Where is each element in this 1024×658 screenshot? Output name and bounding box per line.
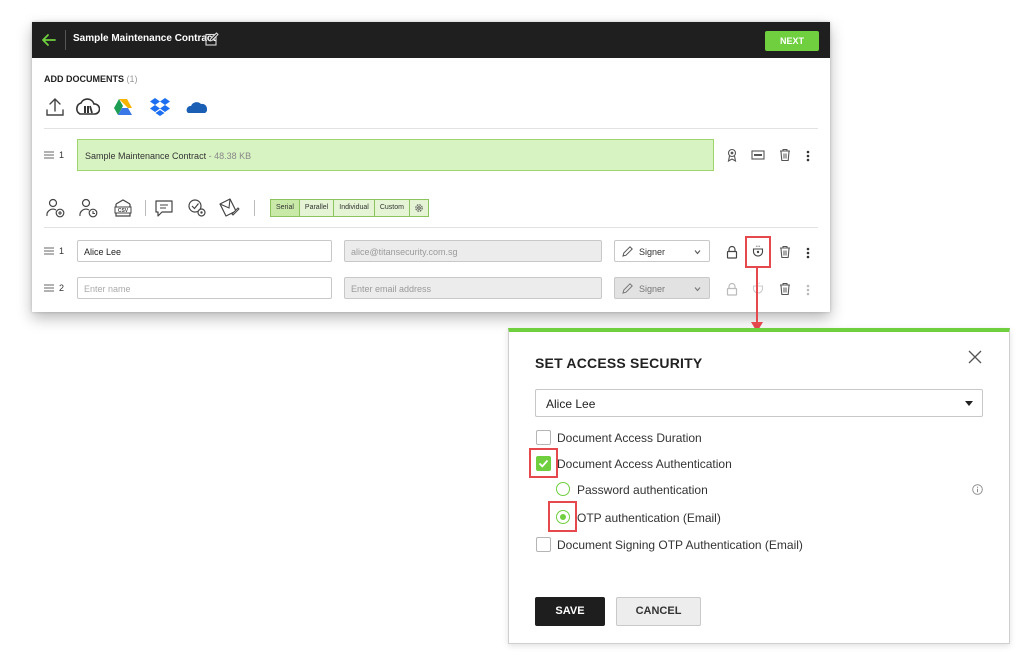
- document-item[interactable]: Sample Maintenance Contract - 48.38 KB: [77, 139, 714, 171]
- message-icon[interactable]: [153, 197, 175, 219]
- delete-recipient-icon[interactable]: [778, 245, 792, 259]
- import-csv-icon[interactable]: CSV: [112, 197, 134, 219]
- delete-recipient-icon[interactable]: [778, 282, 792, 296]
- signing-otp-checkbox[interactable]: [536, 537, 551, 552]
- document-fields-icon[interactable]: [751, 148, 765, 162]
- recipient-select[interactable]: Alice Lee: [535, 389, 983, 417]
- chevron-down-icon: [694, 250, 701, 255]
- recipient-role-value: Signer: [639, 284, 666, 294]
- pen-icon: [622, 283, 633, 294]
- order-individual-button[interactable]: Individual: [334, 200, 375, 216]
- recipient-role-select[interactable]: Signer: [614, 240, 710, 262]
- access-authentication-label: Document Access Authentication: [557, 457, 732, 471]
- certificate-icon[interactable]: [725, 148, 739, 162]
- recipient-name-field[interactable]: Alice Lee: [77, 240, 332, 262]
- add-viewer-icon[interactable]: [77, 197, 99, 219]
- access-security-highlight: [745, 236, 771, 268]
- document-title: Sample Maintenance Contract: [73, 33, 216, 44]
- upload-icon[interactable]: [42, 96, 68, 118]
- access-security-icon[interactable]: ***: [751, 280, 765, 294]
- divider: [44, 128, 818, 129]
- top-bar: Sample Maintenance Contract NEXT: [32, 22, 830, 58]
- toolbar-divider: [145, 200, 146, 216]
- chevron-down-icon: [694, 287, 701, 292]
- recipient-index: 1: [59, 246, 65, 256]
- edit-title-icon[interactable]: [205, 32, 219, 46]
- callout-arrow-line: [756, 268, 758, 324]
- authentication-checkbox-highlight: [529, 448, 558, 478]
- save-button[interactable]: SAVE: [535, 597, 605, 626]
- back-arrow-icon[interactable]: [40, 31, 58, 49]
- reminder-settings-icon[interactable]: [186, 197, 208, 219]
- password-auth-radio[interactable]: [556, 482, 570, 496]
- onedrive-icon[interactable]: [184, 96, 210, 118]
- lock-icon[interactable]: [725, 245, 739, 259]
- document-more-icon[interactable]: [806, 150, 810, 162]
- otp-auth-label: OTP authentication (Email): [577, 511, 721, 525]
- password-auth-label: Password authentication: [577, 483, 708, 497]
- order-custom-button[interactable]: Custom: [375, 200, 410, 216]
- cloud-library-icon[interactable]: [74, 96, 100, 118]
- order-settings-button[interactable]: [410, 200, 428, 216]
- pen-icon: [622, 246, 633, 257]
- email-settings-icon[interactable]: [218, 197, 240, 219]
- recipient-more-icon[interactable]: [806, 284, 810, 296]
- drag-handle-icon[interactable]: [44, 151, 54, 159]
- delete-document-icon[interactable]: [778, 148, 792, 162]
- signing-order-group: Serial Parallel Individual Custom: [270, 199, 429, 217]
- drag-handle-icon[interactable]: [44, 247, 54, 255]
- add-recipient-icon[interactable]: [44, 197, 66, 219]
- signing-otp-label: Document Signing OTP Authentication (Ema…: [557, 538, 803, 552]
- access-security-dialog: SET ACCESS SECURITY Alice Lee Document A…: [508, 328, 1010, 644]
- recipient-role-value: Signer: [639, 247, 666, 257]
- svg-text:CSV: CSV: [118, 208, 129, 214]
- access-duration-checkbox[interactable]: [536, 430, 551, 445]
- document-count: (1): [126, 74, 138, 84]
- dropbox-icon[interactable]: [147, 96, 173, 118]
- recipient-name-input[interactable]: Enter name: [77, 277, 332, 299]
- document-size: - 48.38 KB: [206, 151, 252, 161]
- info-icon[interactable]: [972, 484, 983, 495]
- gear-icon: [415, 204, 423, 212]
- drag-handle-icon[interactable]: [44, 284, 54, 292]
- caret-down-icon: [965, 401, 973, 406]
- document-name: Sample Maintenance Contract: [85, 151, 207, 161]
- close-icon[interactable]: [967, 349, 983, 365]
- google-drive-icon[interactable]: [110, 96, 136, 118]
- recipient-email-field[interactable]: alice@titansecurity.com.sg: [344, 240, 602, 262]
- recipient-select-value: Alice Lee: [546, 397, 596, 411]
- order-parallel-button[interactable]: Parallel: [300, 200, 335, 216]
- order-serial-button[interactable]: Serial: [271, 200, 300, 216]
- add-documents-heading: ADD DOCUMENTS (1): [44, 74, 138, 84]
- recipient-role-select[interactable]: Signer: [614, 277, 710, 299]
- recipient-email-input[interactable]: Enter email address: [344, 277, 602, 299]
- recipient-more-icon[interactable]: [806, 247, 810, 259]
- divider: [44, 227, 818, 228]
- top-bar-divider: [65, 30, 66, 50]
- access-duration-label: Document Access Duration: [557, 431, 702, 445]
- document-index: 1: [59, 150, 65, 160]
- dialog-title: SET ACCESS SECURITY: [535, 355, 703, 371]
- add-documents-label: ADD DOCUMENTS: [44, 74, 124, 84]
- recipient-index: 2: [59, 283, 65, 293]
- cancel-button[interactable]: CANCEL: [616, 597, 701, 626]
- next-button[interactable]: NEXT: [765, 31, 819, 51]
- lock-icon[interactable]: [725, 282, 739, 296]
- toolbar-divider: [254, 200, 255, 216]
- otp-radio-highlight: [548, 501, 577, 532]
- document-editor: Sample Maintenance Contract NEXT ADD DOC…: [32, 22, 830, 312]
